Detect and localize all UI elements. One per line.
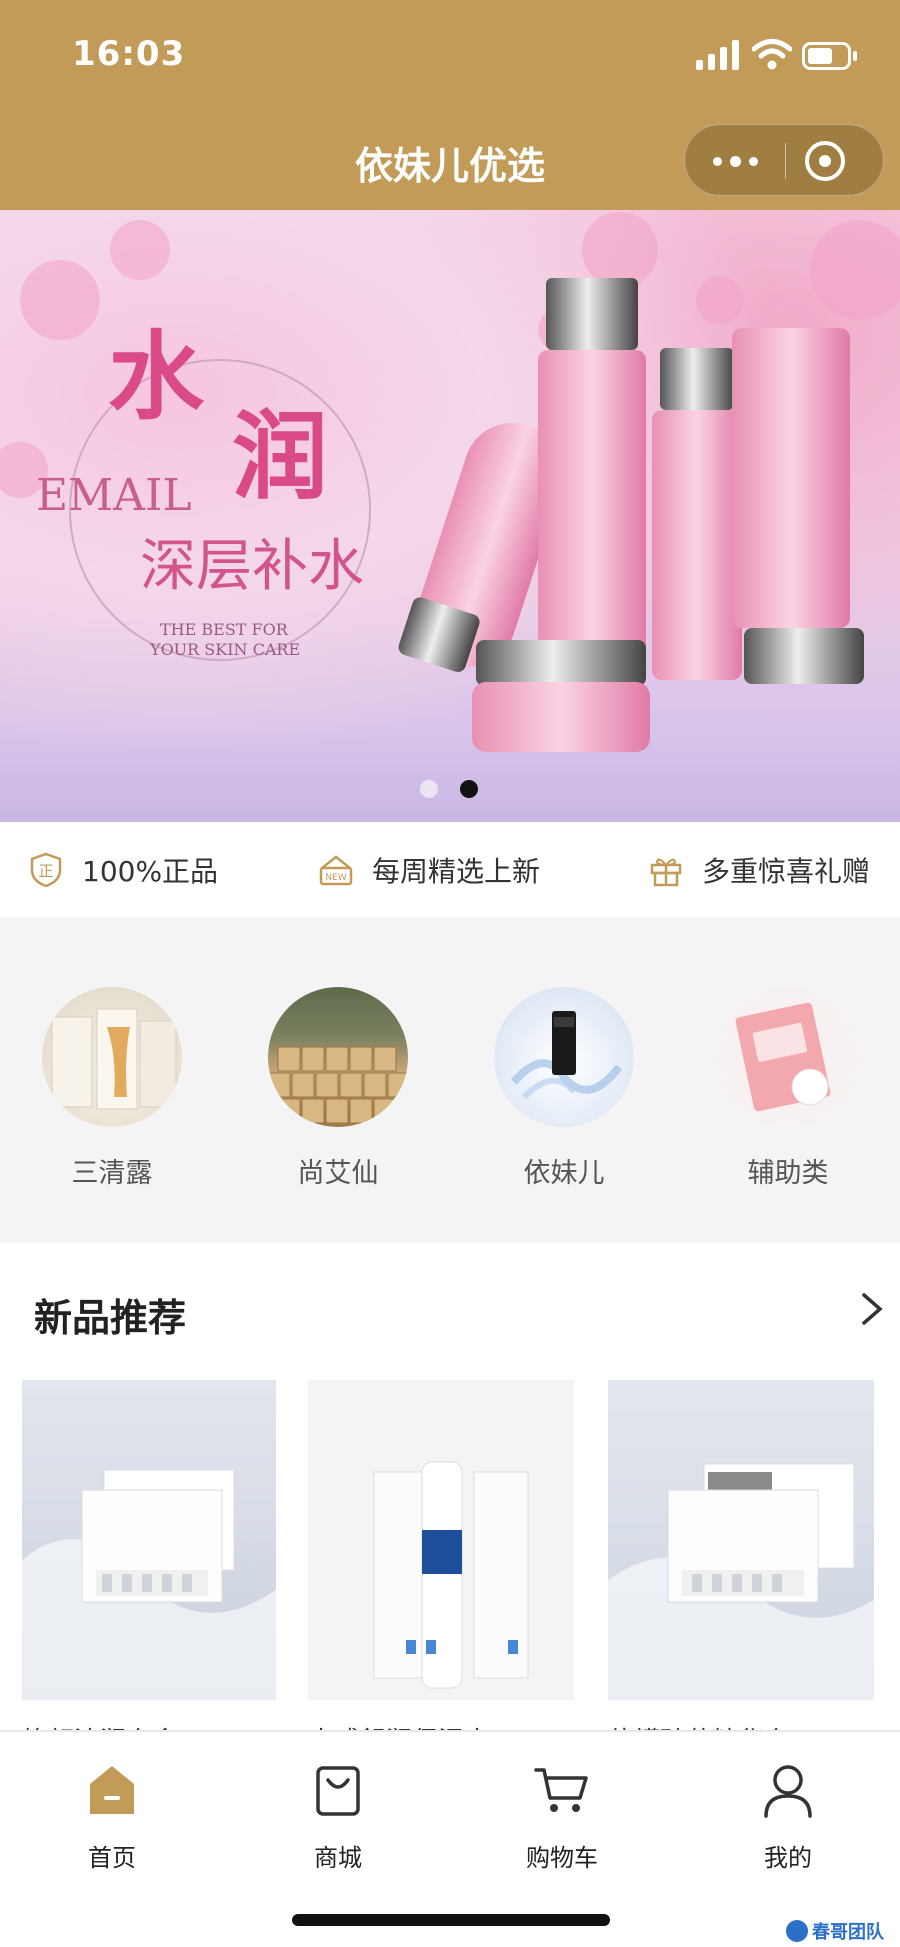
category-image [718, 987, 858, 1127]
chevron-right-icon[interactable] [854, 1289, 890, 1329]
service-features: 正 100%正品 NEW 每周精选上新 多重惊喜礼赠 [0, 822, 900, 917]
status-time: 16:03 [72, 34, 186, 74]
feature-authentic: 正 100%正品 [28, 822, 218, 917]
product-image [308, 1380, 574, 1700]
category-section: 三清露 尚艾仙 依妹儿 辅助类 [0, 917, 900, 1243]
svg-text:正: 正 [38, 862, 53, 880]
dot-icon [748, 156, 758, 166]
battery-icon [802, 42, 857, 70]
category-image [494, 987, 634, 1127]
section-title: 新品推荐 [34, 1296, 187, 1340]
category-image [42, 987, 182, 1127]
cart-icon [534, 1768, 588, 1812]
banner-brand: EMAIL [36, 470, 192, 521]
banner-dot[interactable] [420, 780, 438, 798]
feature-label: 100%正品 [82, 854, 219, 888]
shield-zheng-icon: 正 [30, 852, 62, 887]
tab-mall[interactable]: 商城 [278, 1760, 398, 1873]
banner-tagline-1: THE BEST FOR [160, 620, 289, 639]
tab-cart[interactable]: 购物车 [502, 1760, 622, 1873]
signal-icon [696, 40, 739, 70]
banner-headline-2: 润 [232, 400, 328, 513]
category-label: 辅助类 [747, 1158, 829, 1189]
gift-icon [650, 858, 682, 886]
status-bar: 16:03 [0, 0, 900, 110]
home-indicator[interactable] [292, 1914, 610, 1926]
banner-headline-1: 水 [108, 320, 205, 433]
svg-text:NEW: NEW [325, 873, 346, 883]
dot-icon [729, 155, 741, 167]
home-icon [90, 1766, 134, 1814]
category-sanqinglu[interactable]: 三清露 [42, 987, 182, 1190]
watermark-text: 春哥团队 [812, 1922, 884, 1943]
dot-icon [712, 156, 722, 166]
wifi-icon [752, 39, 792, 70]
category-image [268, 987, 408, 1127]
product-bottle-medium [652, 348, 742, 680]
banner-pagination [0, 780, 900, 800]
category-shangaixian[interactable]: 尚艾仙 [268, 987, 408, 1190]
banner-subtitle: 深层补水 [140, 534, 364, 599]
category-yimeier[interactable]: 依妹儿 [494, 987, 634, 1190]
tab-mine[interactable]: 我的 [728, 1760, 848, 1873]
tab-home[interactable]: 首页 [52, 1760, 172, 1873]
category-auxiliary[interactable]: 辅助类 [718, 987, 858, 1190]
more-button[interactable] [685, 125, 785, 197]
category-label: 依妹儿 [523, 1158, 605, 1189]
tab-label: 我的 [764, 1844, 812, 1872]
feature-gifts: 多重惊喜礼赠 [648, 822, 870, 917]
product-card[interactable] [22, 1380, 288, 1700]
new-tag-icon: NEW [319, 854, 353, 885]
tab-label: 商城 [314, 1844, 362, 1872]
feature-label: 多重惊喜礼赠 [702, 854, 871, 888]
banner-tagline-2: YOUR SKIN CARE [149, 640, 300, 659]
capsule-divider [785, 143, 786, 179]
product-image [22, 1380, 276, 1700]
product-bottle-tall [538, 278, 646, 670]
watermark-logo-icon [786, 1920, 808, 1942]
product-card[interactable] [608, 1380, 874, 1700]
product-tube [732, 328, 864, 684]
mini-program-capsule [684, 124, 884, 196]
product-image [608, 1380, 874, 1700]
tab-label: 首页 [88, 1844, 136, 1872]
close-miniprogram-button[interactable] [805, 141, 845, 181]
user-icon [764, 1765, 812, 1818]
banner-dot-active[interactable] [460, 780, 478, 798]
feature-label: 每周精选上新 [372, 854, 541, 888]
promo-banner[interactable]: 水 润 EMAIL 深层补水 THE BEST FOR YOUR SKIN CA… [0, 210, 900, 822]
feature-weekly-new: NEW 每周精选上新 [318, 822, 540, 917]
category-label: 三清露 [71, 1158, 153, 1189]
new-products-section: 新品推荐 [0, 1243, 900, 1741]
product-jar [472, 640, 650, 752]
shopping-bag-icon [316, 1766, 360, 1816]
watermark: 春哥团队 [786, 1918, 884, 1944]
product-card[interactable] [308, 1380, 574, 1700]
tab-label: 购物车 [526, 1844, 598, 1872]
banner-artwork: 水 润 EMAIL 深层补水 THE BEST FOR YOUR SKIN CA… [0, 212, 900, 752]
category-label: 尚艾仙 [297, 1158, 379, 1189]
top-bar: 16:03 依妹儿优选 [0, 0, 900, 210]
